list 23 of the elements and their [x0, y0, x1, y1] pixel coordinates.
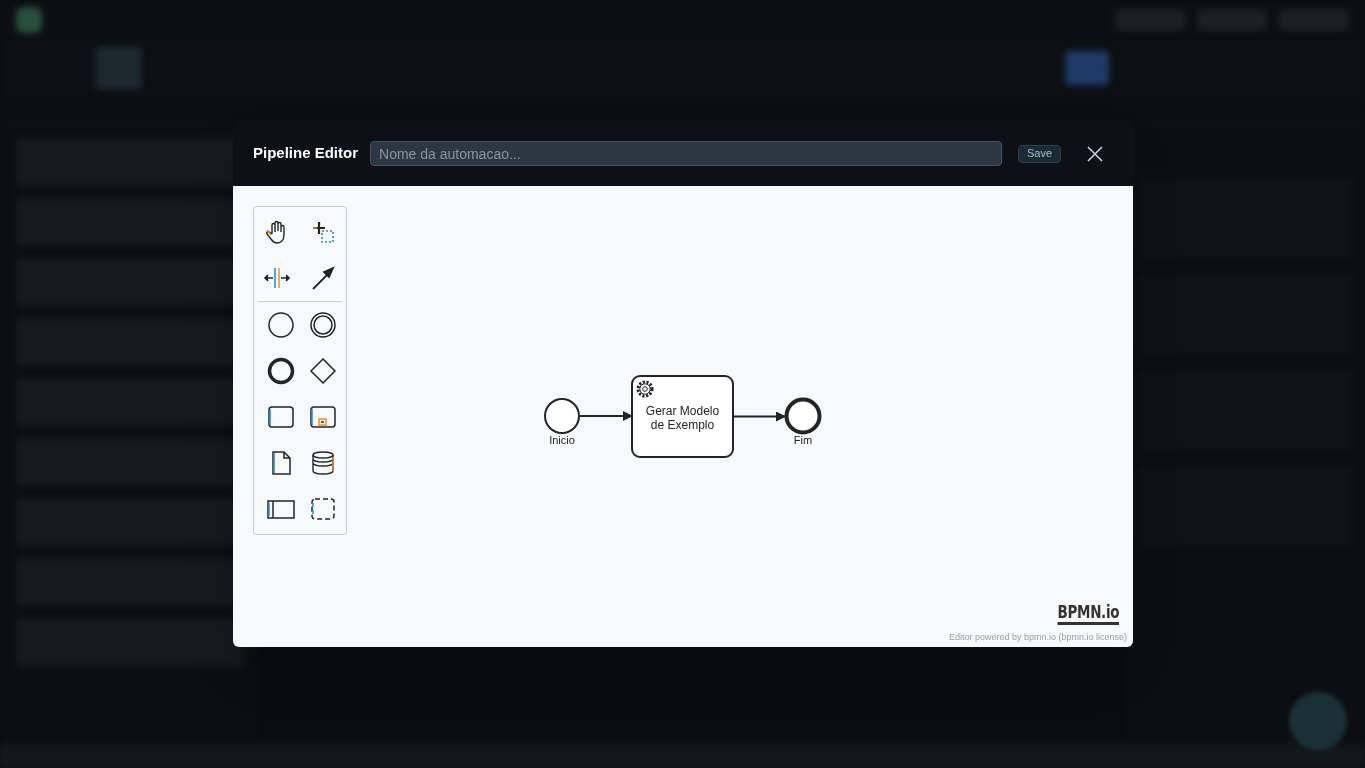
bpmn-logo: BPMN.io [1057, 602, 1119, 625]
app-logo-icon [16, 7, 42, 33]
end-event-icon [267, 357, 295, 385]
data-store-icon [309, 449, 337, 477]
automation-name-field[interactable]: Nome da automacao... [370, 141, 1002, 166]
gateway-icon [309, 357, 337, 385]
task-label: Gerar Modelo de Exemplo [645, 403, 720, 432]
sequence-flow-arrow [732, 411, 786, 422]
task-icon [267, 403, 295, 431]
sequence-flow-arrow [579, 411, 633, 421]
end-event [784, 397, 822, 435]
gear-icon [636, 380, 654, 398]
subprocess-icon [309, 403, 337, 431]
close-button[interactable] [1085, 143, 1105, 164]
event-label: Fim [793, 434, 813, 446]
start-event-icon [267, 311, 295, 339]
start-event [544, 398, 580, 434]
event-label: Inicio [549, 434, 575, 446]
save-button[interactable]: Save [1017, 144, 1061, 163]
intermediate-event-icon [309, 311, 337, 339]
group-icon [309, 495, 337, 523]
dialog-title: Pipeline Editor [253, 143, 358, 164]
powered-by-text: Editor powered by bpmn.io (bpmn.io license) [948, 630, 1127, 644]
